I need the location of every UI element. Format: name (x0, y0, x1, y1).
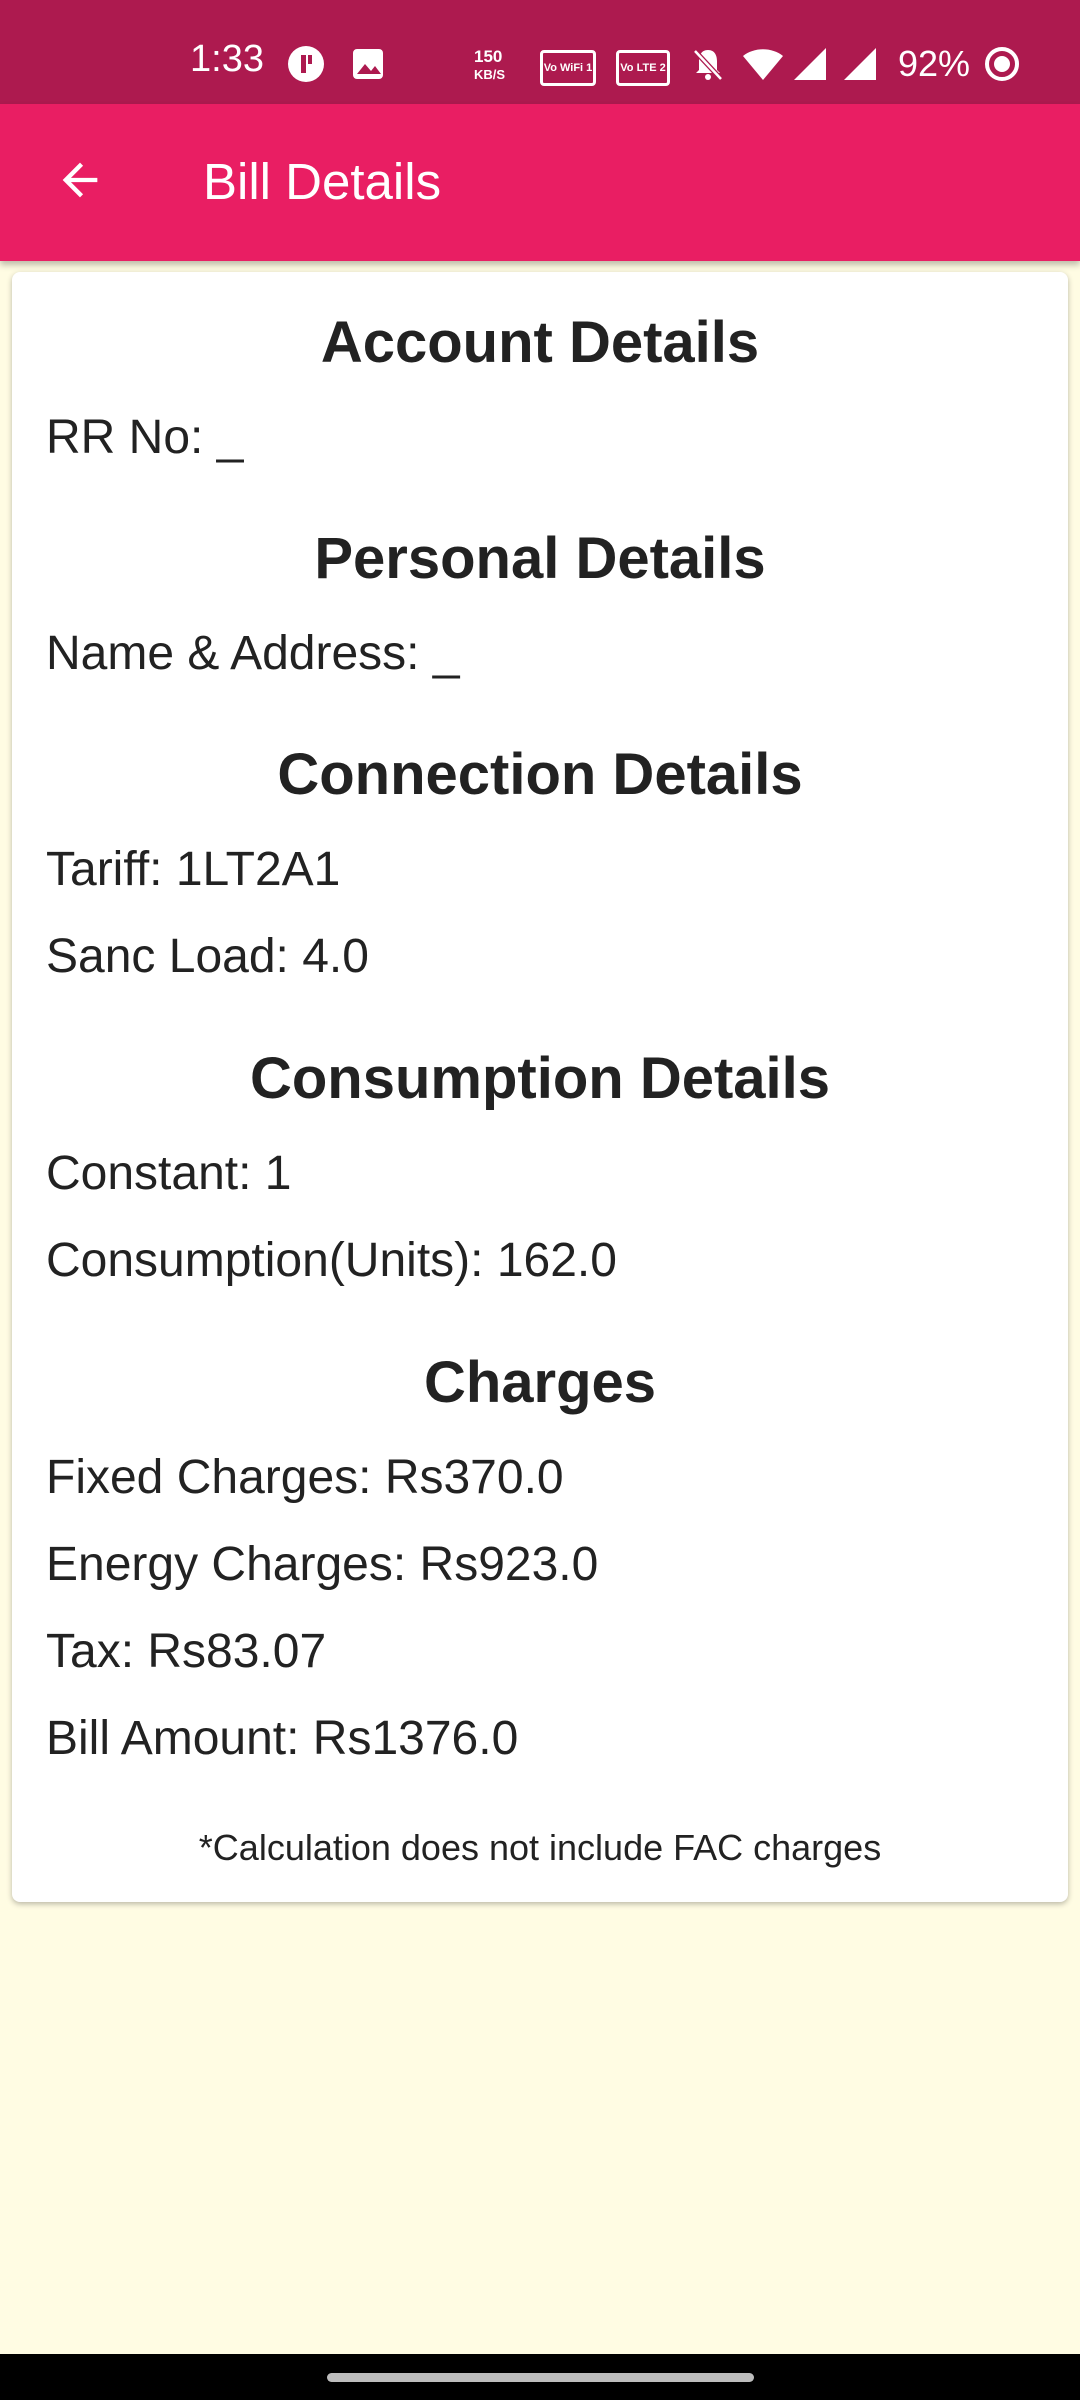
net-speed-unit: KB/S (474, 67, 506, 82)
energy-charges-field: Energy Charges: Rs923.0 (46, 1538, 599, 1591)
sim1-label: Vo WiFi 1 (543, 62, 593, 74)
app-bar: Bill Details (0, 104, 1080, 261)
battery-saver-icon (982, 44, 1022, 84)
name-address-field: Name & Address: _ (46, 627, 460, 680)
vowifi-icon: Vo WiFi 1 (540, 50, 596, 86)
tariff-field: Tariff: 1LT2A1 (46, 843, 341, 896)
status-time: 1:33 (190, 38, 264, 80)
consumption-details-heading: Consumption Details (249, 1046, 831, 1111)
fixed-charges-field: Fixed Charges: Rs370.0 (46, 1451, 564, 1504)
app-notification-icon (286, 44, 326, 84)
consumption-units-field: Consumption(Units): 162.0 (46, 1234, 617, 1287)
arrow-back-icon (62, 162, 98, 198)
signal-1-icon (790, 44, 830, 84)
account-details-heading: Account Details (320, 310, 760, 375)
back-button[interactable] (40, 140, 120, 220)
bill-details-card: Account Details RR No: _ Personal Detail… (12, 272, 1068, 1902)
tax-field: Tax: Rs83.07 (46, 1625, 327, 1678)
connection-details-heading: Connection Details (277, 742, 803, 807)
battery-percentage: 92% (898, 43, 971, 84)
bill-amount-field: Bill Amount: Rs1376.0 (46, 1712, 519, 1765)
constant-field: Constant: 1 (46, 1147, 292, 1200)
signal-2-icon (840, 44, 880, 84)
sanc-load-field: Sanc Load: 4.0 (46, 930, 369, 983)
personal-details-heading: Personal Details (314, 526, 766, 591)
home-indicator[interactable] (327, 2373, 754, 2382)
volte-icon: Vo LTE 2 (616, 50, 670, 86)
gallery-icon (350, 44, 386, 84)
fac-charges-note: *Calculation does not include FAC charge… (198, 1827, 882, 1868)
rr-no-field: RR No: _ (46, 411, 244, 464)
navigation-bar (0, 2354, 1080, 2400)
net-speed-value: 150 (474, 47, 503, 66)
mute-icon (688, 44, 728, 84)
charges-heading: Charges (423, 1350, 657, 1415)
wifi-icon (740, 44, 786, 84)
page-title: Bill Details (203, 153, 442, 210)
sim2-label: Vo LTE 2 (620, 62, 666, 74)
status-bar: 1:33 150 KB/S Vo WiFi 1 Vo LTE 2 92% (0, 0, 1080, 104)
